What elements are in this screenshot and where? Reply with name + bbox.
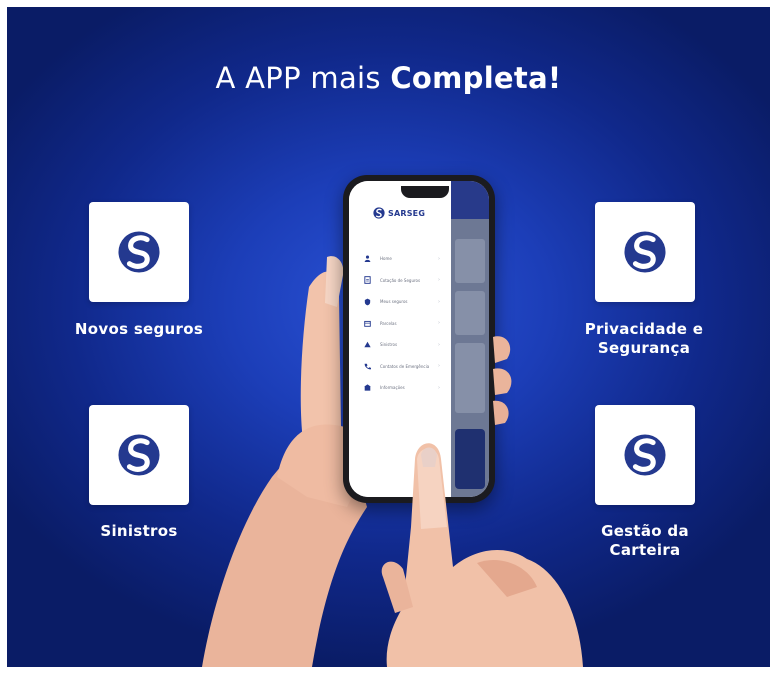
feature-card-claims[interactable]: [89, 405, 189, 505]
sarseg-logo-icon: [624, 434, 666, 476]
feature-label-portfolio: Gestão da Carteira: [601, 522, 689, 559]
feature-card-privacy-security[interactable]: [595, 202, 695, 302]
feature-label-claims: Sinistros: [100, 522, 178, 540]
feature-label-privacy-security: Privacidade e Segurança: [584, 320, 704, 357]
sarseg-logo-icon: [624, 231, 666, 273]
promo-banner: A APP mais Completa! SARSEG Home › Cotaç…: [7, 7, 770, 667]
feature-card-new-insurance[interactable]: [89, 202, 189, 302]
sarseg-logo-icon: [118, 434, 160, 476]
feature-label-new-insurance: Novos seguros: [74, 320, 204, 338]
feature-card-portfolio[interactable]: [595, 405, 695, 505]
sarseg-logo-icon: [118, 231, 160, 273]
